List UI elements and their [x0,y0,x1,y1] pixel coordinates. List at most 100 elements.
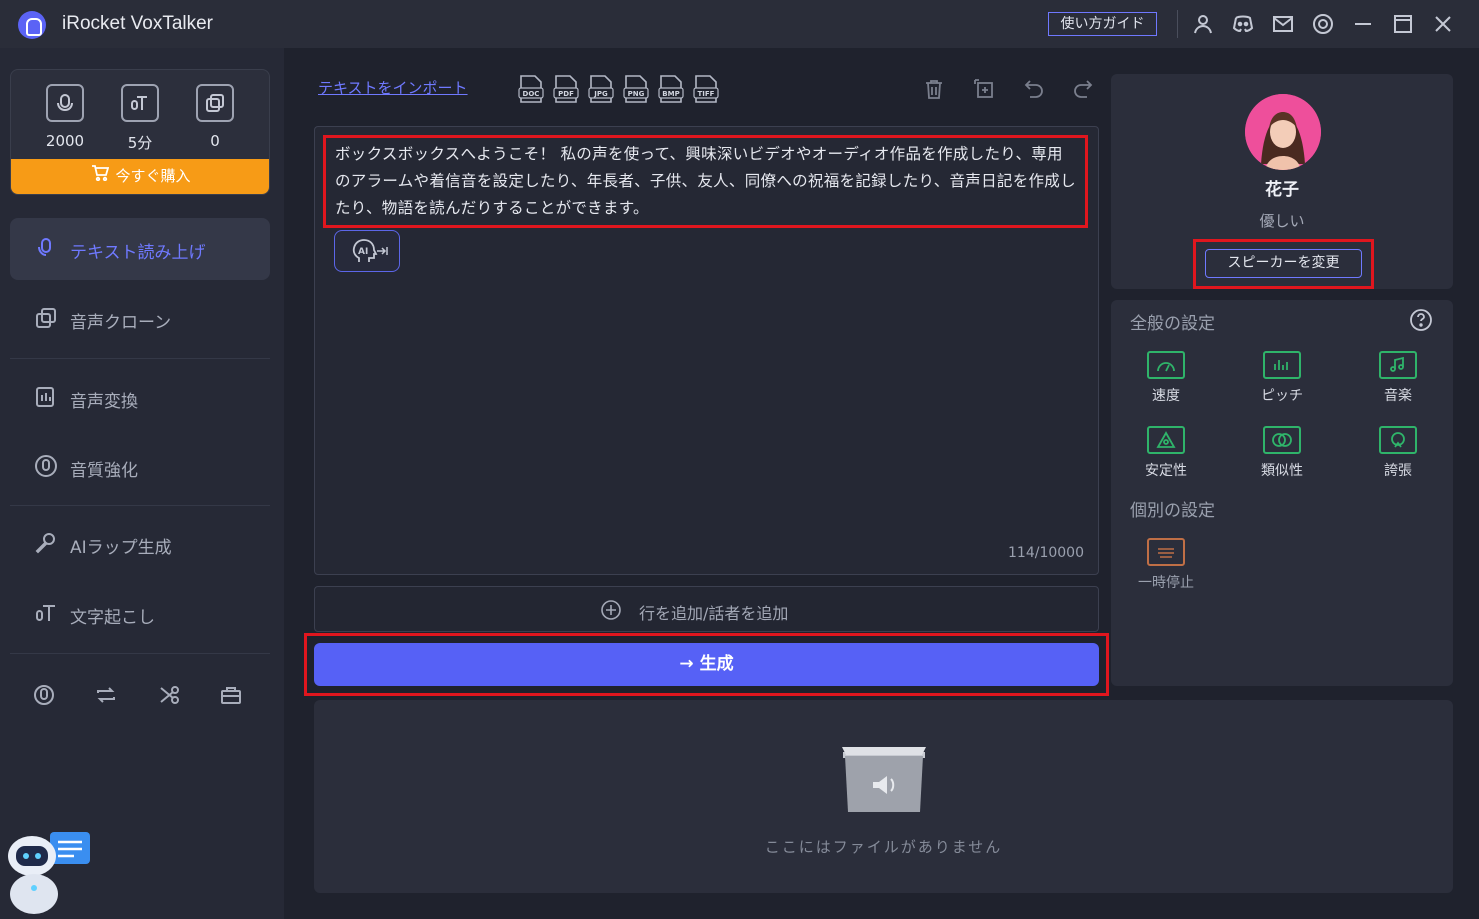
music-icon [1379,351,1417,379]
maximize-icon[interactable] [1391,12,1415,36]
sidebar-item-label: 文字起こし [70,608,155,628]
general-settings-title: 全般の設定 [1130,314,1215,334]
plus-circle-icon [601,600,621,620]
quota-card: 2000 5分 0 今すぐ購入 [10,69,270,195]
empty-audio-box-icon [839,744,929,814]
voice-record-icon[interactable] [32,683,56,707]
assistant-robot-icon[interactable] [4,830,92,916]
svg-text:BMP: BMP [662,90,679,98]
sidebar-divider [10,653,270,654]
quota-clones: 0 [185,84,245,150]
sidebar-item-label: AIラップ生成 [70,538,172,558]
file-type-jpg-icon[interactable]: JPG [588,75,614,103]
sidebar-item-ai-rap[interactable]: AIラップ生成 [10,513,270,575]
stability-icon [1147,426,1185,454]
file-type-png-icon[interactable]: PNG [623,75,649,103]
add-block-icon[interactable] [972,77,996,101]
speed-icon [1147,351,1185,379]
transcribe-icon [34,601,58,625]
highlight-change-speaker-annotation [1193,239,1374,289]
cut-icon[interactable] [158,683,182,707]
file-type-doc-icon[interactable]: DOC [518,75,544,103]
import-text-link[interactable]: テキストをインポート [318,77,468,98]
title-bar: iRocket VoxTalker 使い方ガイド [0,0,1479,48]
settings-icon[interactable] [1311,12,1335,36]
speaker-name: 花子 [1265,180,1299,200]
similarity-icon [1263,426,1301,454]
svg-text:PNG: PNG [628,90,645,98]
setting-stability[interactable]: 安定性 [1126,426,1206,480]
buy-now-label: 今すぐ購入 [115,167,191,185]
transcribe-icon [121,84,159,122]
speaker-avatar[interactable] [1245,94,1321,170]
sidebar-item-label: 音声変換 [70,392,138,412]
file-list-area: ここにはファイルがありません [314,700,1453,893]
individual-settings-title: 個別の設定 [1130,501,1215,521]
close-icon[interactable] [1431,12,1455,36]
audio-enhance-icon [34,454,58,478]
app-title: iRocket VoxTalker [62,13,214,34]
exaggeration-icon [1379,426,1417,454]
sidebar-item-voice-convert[interactable]: 音声変換 [10,367,270,429]
setting-similarity[interactable]: 類似性 [1242,426,1322,480]
file-type-tiff-icon[interactable]: TIFF [693,75,719,103]
undo-icon[interactable] [1022,77,1046,101]
add-line-label: 行を追加/話者を追加 [639,604,789,623]
ai-head-icon: AI [352,239,388,262]
user-icon[interactable] [1191,12,1215,36]
sidebar-item-label: 音質強化 [70,461,138,481]
speaker-style: 優しい [1259,212,1305,230]
voice-clone-icon [34,306,58,330]
quota-characters: 2000 [35,84,95,150]
add-line-button[interactable]: 行を追加/話者を追加 [314,586,1099,632]
svg-text:AI: AI [358,247,368,257]
svg-text:PDF: PDF [558,90,574,98]
settings-card: 全般の設定 速度 ピッチ 音楽 安定性 類似性 誇張 個別の設定 一時停止 [1111,300,1453,686]
sidebar-item-voice-clone[interactable]: 音声クローン [10,288,270,350]
sidebar-divider [10,505,270,506]
file-type-pdf-icon[interactable]: PDF [553,75,579,103]
setting-exaggeration[interactable]: 誇張 [1358,426,1438,480]
pitch-icon [1263,351,1301,379]
trash-icon[interactable] [922,77,946,101]
text-voice-icon [46,84,84,122]
svg-text:DOC: DOC [523,90,540,98]
svg-text:JPG: JPG [593,90,608,98]
character-count: 114/10000 [1008,545,1084,561]
buy-now-button[interactable]: 今すぐ購入 [11,159,269,194]
sidebar: 2000 5分 0 今すぐ購入 テキスト読み上げ 音声クローン 音声変換 音質強… [0,48,284,919]
titlebar-divider [1177,10,1178,38]
cart-icon [91,159,110,194]
highlight-generate-annotation [304,633,1109,696]
tts-icon [34,236,58,260]
sidebar-divider [10,358,270,359]
help-icon[interactable] [1409,308,1433,332]
voice-convert-icon [34,385,58,409]
file-type-bmp-icon[interactable]: BMP [658,75,684,103]
empty-files-message: ここにはファイルがありません [764,838,1003,856]
minimize-icon[interactable] [1351,12,1375,36]
sidebar-item-audio-enhance[interactable]: 音質強化 [10,436,270,498]
setting-pitch[interactable]: ピッチ [1242,351,1322,405]
app-logo-icon [18,11,46,39]
sidebar-item-label: 音声クローン [70,313,172,333]
microphone-icon [34,531,58,555]
sidebar-item-tts[interactable]: テキスト読み上げ [10,218,270,280]
setting-pause[interactable]: 一時停止 [1126,538,1206,592]
sidebar-item-label: テキスト読み上げ [70,243,206,263]
loop-icon[interactable] [94,683,118,707]
ai-rewrite-button[interactable]: AI [334,230,400,272]
redo-icon[interactable] [1071,77,1095,101]
highlight-text-annotation [323,135,1088,228]
toolbox-icon[interactable] [219,683,243,707]
pause-icon [1147,538,1185,566]
quota-minutes: 5分 [110,84,170,153]
svg-text:TIFF: TIFF [698,90,715,98]
sidebar-item-transcribe[interactable]: 文字起こし [10,583,270,645]
mail-icon[interactable] [1271,12,1295,36]
discord-icon[interactable] [1231,12,1255,36]
setting-music[interactable]: 音楽 [1358,351,1438,405]
clone-icon [196,84,234,122]
setting-speed[interactable]: 速度 [1126,351,1206,405]
user-guide-button[interactable]: 使い方ガイド [1048,12,1157,36]
